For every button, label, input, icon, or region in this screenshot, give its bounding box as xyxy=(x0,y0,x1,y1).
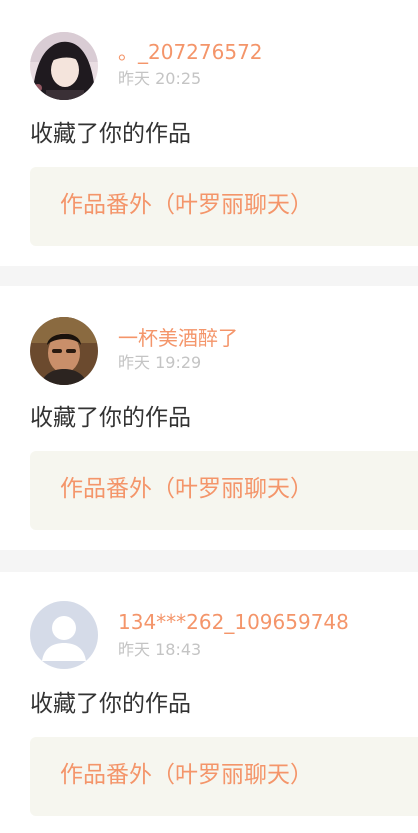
timestamp: 昨天 20:25 xyxy=(118,69,202,88)
user-photo-girl xyxy=(30,32,98,100)
user-photo-man xyxy=(30,317,98,385)
work-link[interactable]: 作品番外（叶罗丽聊天） xyxy=(30,737,418,816)
avatar[interactable] xyxy=(30,317,98,385)
notification-card: 。_207276572 昨天 20:25 收藏了你的作品 作品番外（叶罗丽聊天） xyxy=(0,0,418,266)
username[interactable]: 一杯美酒醉了 xyxy=(118,324,238,352)
username[interactable]: 134***262_109659748 xyxy=(118,608,349,636)
username[interactable]: 。_207276572 xyxy=(118,38,263,66)
action-text: 收藏了你的作品 xyxy=(30,405,191,431)
work-link[interactable]: 作品番外（叶罗丽聊天） xyxy=(30,167,418,246)
action-text: 收藏了你的作品 xyxy=(30,121,191,147)
notification-card: 134***262_109659748 昨天 18:43 收藏了你的作品 作品番… xyxy=(0,572,418,833)
action-text: 收藏了你的作品 xyxy=(30,691,191,717)
work-link[interactable]: 作品番外（叶罗丽聊天） xyxy=(30,451,418,530)
notification-card: 一杯美酒醉了 昨天 19:29 收藏了你的作品 作品番外（叶罗丽聊天） xyxy=(0,286,418,550)
work-title: 作品番外（叶罗丽聊天） xyxy=(60,192,313,218)
notification-feed: 。_207276572 昨天 20:25 收藏了你的作品 作品番外（叶罗丽聊天）… xyxy=(0,0,418,833)
avatar[interactable] xyxy=(30,32,98,100)
default-avatar-icon xyxy=(30,601,98,669)
avatar[interactable] xyxy=(30,601,98,669)
timestamp: 昨天 19:29 xyxy=(118,353,202,372)
work-title: 作品番外（叶罗丽聊天） xyxy=(60,762,313,788)
work-title: 作品番外（叶罗丽聊天） xyxy=(60,476,313,502)
timestamp: 昨天 18:43 xyxy=(118,640,202,659)
